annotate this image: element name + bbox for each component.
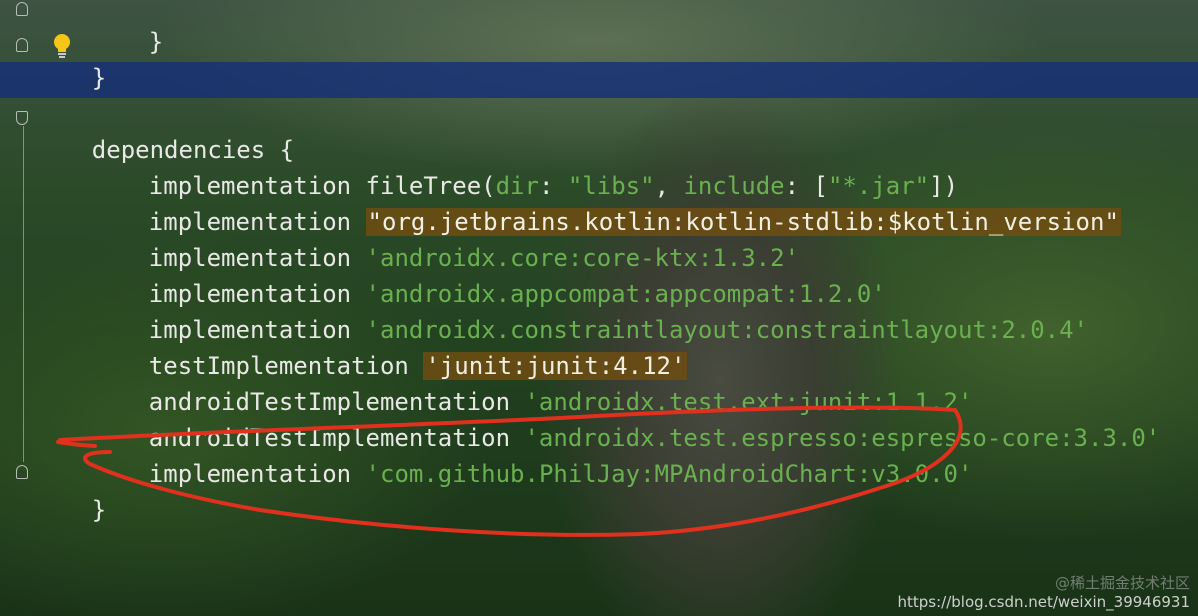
code-line[interactable]: androidTestImplementation 'androidx.test… bbox=[34, 354, 973, 416]
dependencies-block-close: } bbox=[91, 496, 107, 524]
fold-marker-icon[interactable] bbox=[16, 2, 28, 16]
code-line[interactable]: implementation 'androidx.core:core-ktx:1… bbox=[34, 210, 799, 272]
watermark-url: https://blog.csdn.net/weixin_39946931 bbox=[897, 593, 1190, 611]
code-line[interactable]: androidTestImplementation 'androidx.test… bbox=[34, 390, 1160, 452]
code-line[interactable]: implementation 'androidx.appcompat:appco… bbox=[34, 246, 886, 308]
lightbulb-icon[interactable] bbox=[52, 33, 72, 59]
code-line[interactable]: } bbox=[34, 462, 106, 524]
closing-brace: } bbox=[91, 64, 107, 92]
watermark: @稀土掘金技术社区 https://blog.csdn.net/weixin_3… bbox=[897, 574, 1190, 612]
code-line[interactable]: dependencies { bbox=[34, 102, 294, 164]
fold-marker-icon[interactable] bbox=[16, 38, 28, 52]
fold-guide bbox=[23, 126, 24, 462]
code-line[interactable]: implementation "org.jetbrains.kotlin:kot… bbox=[34, 174, 1121, 236]
keyword: implementation bbox=[148, 460, 366, 488]
code-line[interactable]: implementation 'com.github.PhilJay:MPAnd… bbox=[34, 426, 973, 488]
string-literal: 'com.github.PhilJay:MPAndroidChart:v3.0.… bbox=[365, 460, 973, 488]
code-line[interactable]: implementation fileTree(dir: "libs", inc… bbox=[34, 138, 958, 200]
current-line-highlight bbox=[0, 62, 1198, 98]
watermark-line: @稀土掘金技术社区 bbox=[1054, 574, 1190, 592]
code-editor[interactable]: } } dependencies { implementation fileTr… bbox=[0, 0, 1198, 616]
code-line[interactable]: } bbox=[34, 0, 163, 56]
code-line[interactable]: testImplementation 'junit:junit:4.12' bbox=[34, 318, 688, 380]
code-line[interactable]: implementation 'androidx.constraintlayou… bbox=[34, 282, 1088, 344]
fold-marker-icon[interactable] bbox=[16, 111, 28, 125]
fold-marker-icon[interactable] bbox=[16, 465, 28, 479]
